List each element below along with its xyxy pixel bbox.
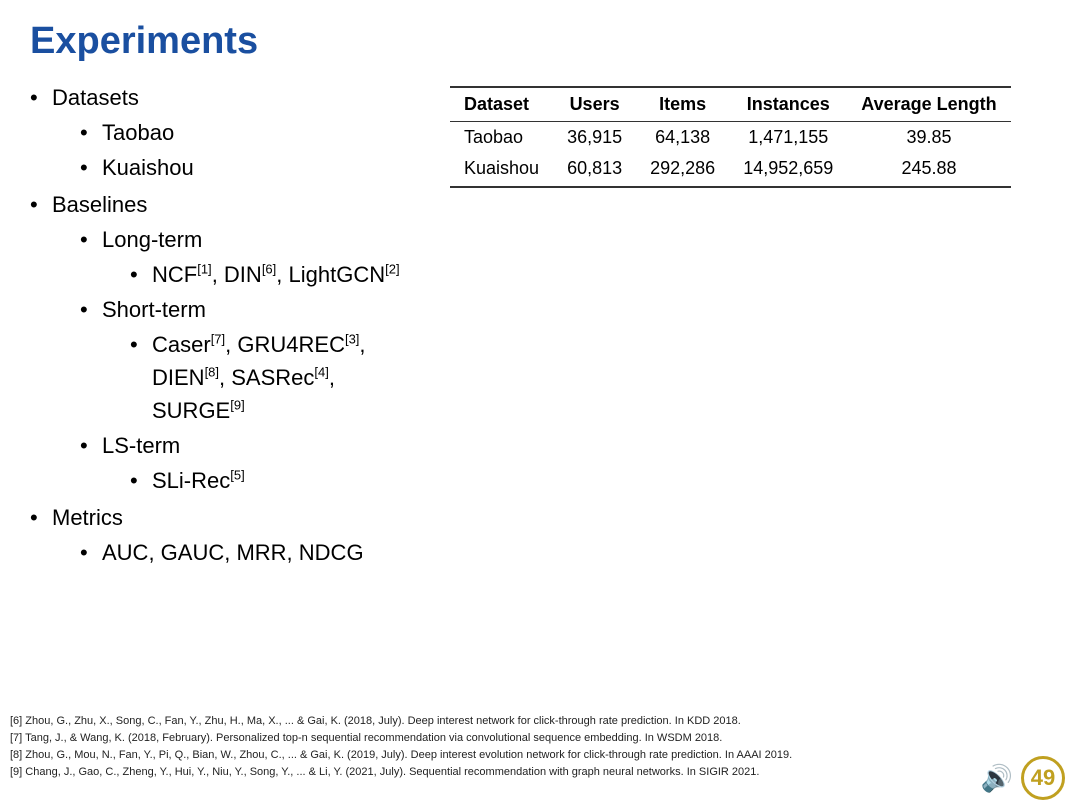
table-header-row: Dataset Users Items Instances Average Le… xyxy=(450,87,1011,122)
left-column: Datasets Taobao Kuaishou Baselines Long-… xyxy=(30,81,430,573)
kuaishou-item: Kuaishou xyxy=(80,151,430,184)
cell-1-3: 14,952,659 xyxy=(729,153,847,187)
right-column: Dataset Users Items Instances Average Le… xyxy=(450,81,1050,188)
footnote-2: [8] Zhou, G., Mou, N., Fan, Y., Pi, Q., … xyxy=(10,748,980,764)
cell-0-0: Taobao xyxy=(450,122,553,154)
slide-number-area: 🔊 49 xyxy=(981,756,1065,800)
taobao-item: Taobao xyxy=(80,116,430,149)
shortterm-methods: Caser[7], GRU4REC[3], DIEN[8], SASRec[4]… xyxy=(130,328,430,427)
footnote-1: [7] Tang, J., & Wang, K. (2018, February… xyxy=(10,731,980,747)
slide-number-badge: 49 xyxy=(1021,756,1065,800)
datasets-sublist: Taobao Kuaishou xyxy=(80,116,430,184)
lsterm-methods: SLi-Rec[5] xyxy=(130,464,430,497)
longterm-methods: NCF[1], DIN[6], LightGCN[2] xyxy=(130,258,430,291)
col-avg-length: Average Length xyxy=(847,87,1010,122)
cell-1-1: 60,813 xyxy=(553,153,636,187)
dataset-table: Dataset Users Items Instances Average Le… xyxy=(450,86,1011,188)
baselines-item: Baselines Long-term NCF[1], DIN[6], Ligh… xyxy=(30,188,430,497)
cell-0-4: 39.85 xyxy=(847,122,1010,154)
audio-icon: 🔊 xyxy=(981,763,1013,794)
longterm-methods-item: NCF[1], DIN[6], LightGCN[2] xyxy=(130,258,430,291)
lsterm-methods-item: SLi-Rec[5] xyxy=(130,464,430,497)
col-users: Users xyxy=(553,87,636,122)
cell-1-2: 292,286 xyxy=(636,153,729,187)
shortterm-methods-item: Caser[7], GRU4REC[3], DIEN[8], SASRec[4]… xyxy=(130,328,430,427)
cell-1-0: Kuaishou xyxy=(450,153,553,187)
longterm-label: Long-term xyxy=(102,227,202,252)
lsterm-label: LS-term xyxy=(102,433,180,458)
shortterm-label: Short-term xyxy=(102,297,206,322)
cell-1-4: 245.88 xyxy=(847,153,1010,187)
footnote-0: [6] Zhou, G., Zhu, X., Song, C., Fan, Y.… xyxy=(10,714,980,730)
cell-0-2: 64,138 xyxy=(636,122,729,154)
two-column-layout: Datasets Taobao Kuaishou Baselines Long-… xyxy=(30,81,1050,573)
col-dataset: Dataset xyxy=(450,87,553,122)
slide-number-text: 49 xyxy=(1031,765,1055,791)
metrics-item: Metrics AUC, GAUC, MRR, NDCG xyxy=(30,501,430,569)
main-content: Experiments Datasets Taobao Kuaishou Bas… xyxy=(0,0,1080,583)
longterm-item: Long-term NCF[1], DIN[6], LightGCN[2] xyxy=(80,223,430,291)
footnote-3: [9] Chang, J., Gao, C., Zheng, Y., Hui, … xyxy=(10,765,980,781)
main-bullet-list: Datasets Taobao Kuaishou Baselines Long-… xyxy=(30,81,430,569)
table-row: Taobao36,91564,1381,471,15539.85 xyxy=(450,122,1011,154)
table-row: Kuaishou60,813292,28614,952,659245.88 xyxy=(450,153,1011,187)
shortterm-item: Short-term Caser[7], GRU4REC[3], DIEN[8]… xyxy=(80,293,430,427)
metrics-values-item: AUC, GAUC, MRR, NDCG xyxy=(80,536,430,569)
metrics-label: Metrics xyxy=(52,505,123,530)
footnotes-section: [6] Zhou, G., Zhu, X., Song, C., Fan, Y.… xyxy=(10,714,980,782)
datasets-item: Datasets Taobao Kuaishou xyxy=(30,81,430,184)
metrics-sublist: AUC, GAUC, MRR, NDCG xyxy=(80,536,430,569)
datasets-label: Datasets xyxy=(52,85,139,110)
baselines-sublist: Long-term NCF[1], DIN[6], LightGCN[2] Sh… xyxy=(80,223,430,497)
baselines-label: Baselines xyxy=(52,192,147,217)
cell-0-3: 1,471,155 xyxy=(729,122,847,154)
lsterm-item: LS-term SLi-Rec[5] xyxy=(80,429,430,497)
page-title: Experiments xyxy=(30,20,1050,63)
col-items: Items xyxy=(636,87,729,122)
cell-0-1: 36,915 xyxy=(553,122,636,154)
col-instances: Instances xyxy=(729,87,847,122)
